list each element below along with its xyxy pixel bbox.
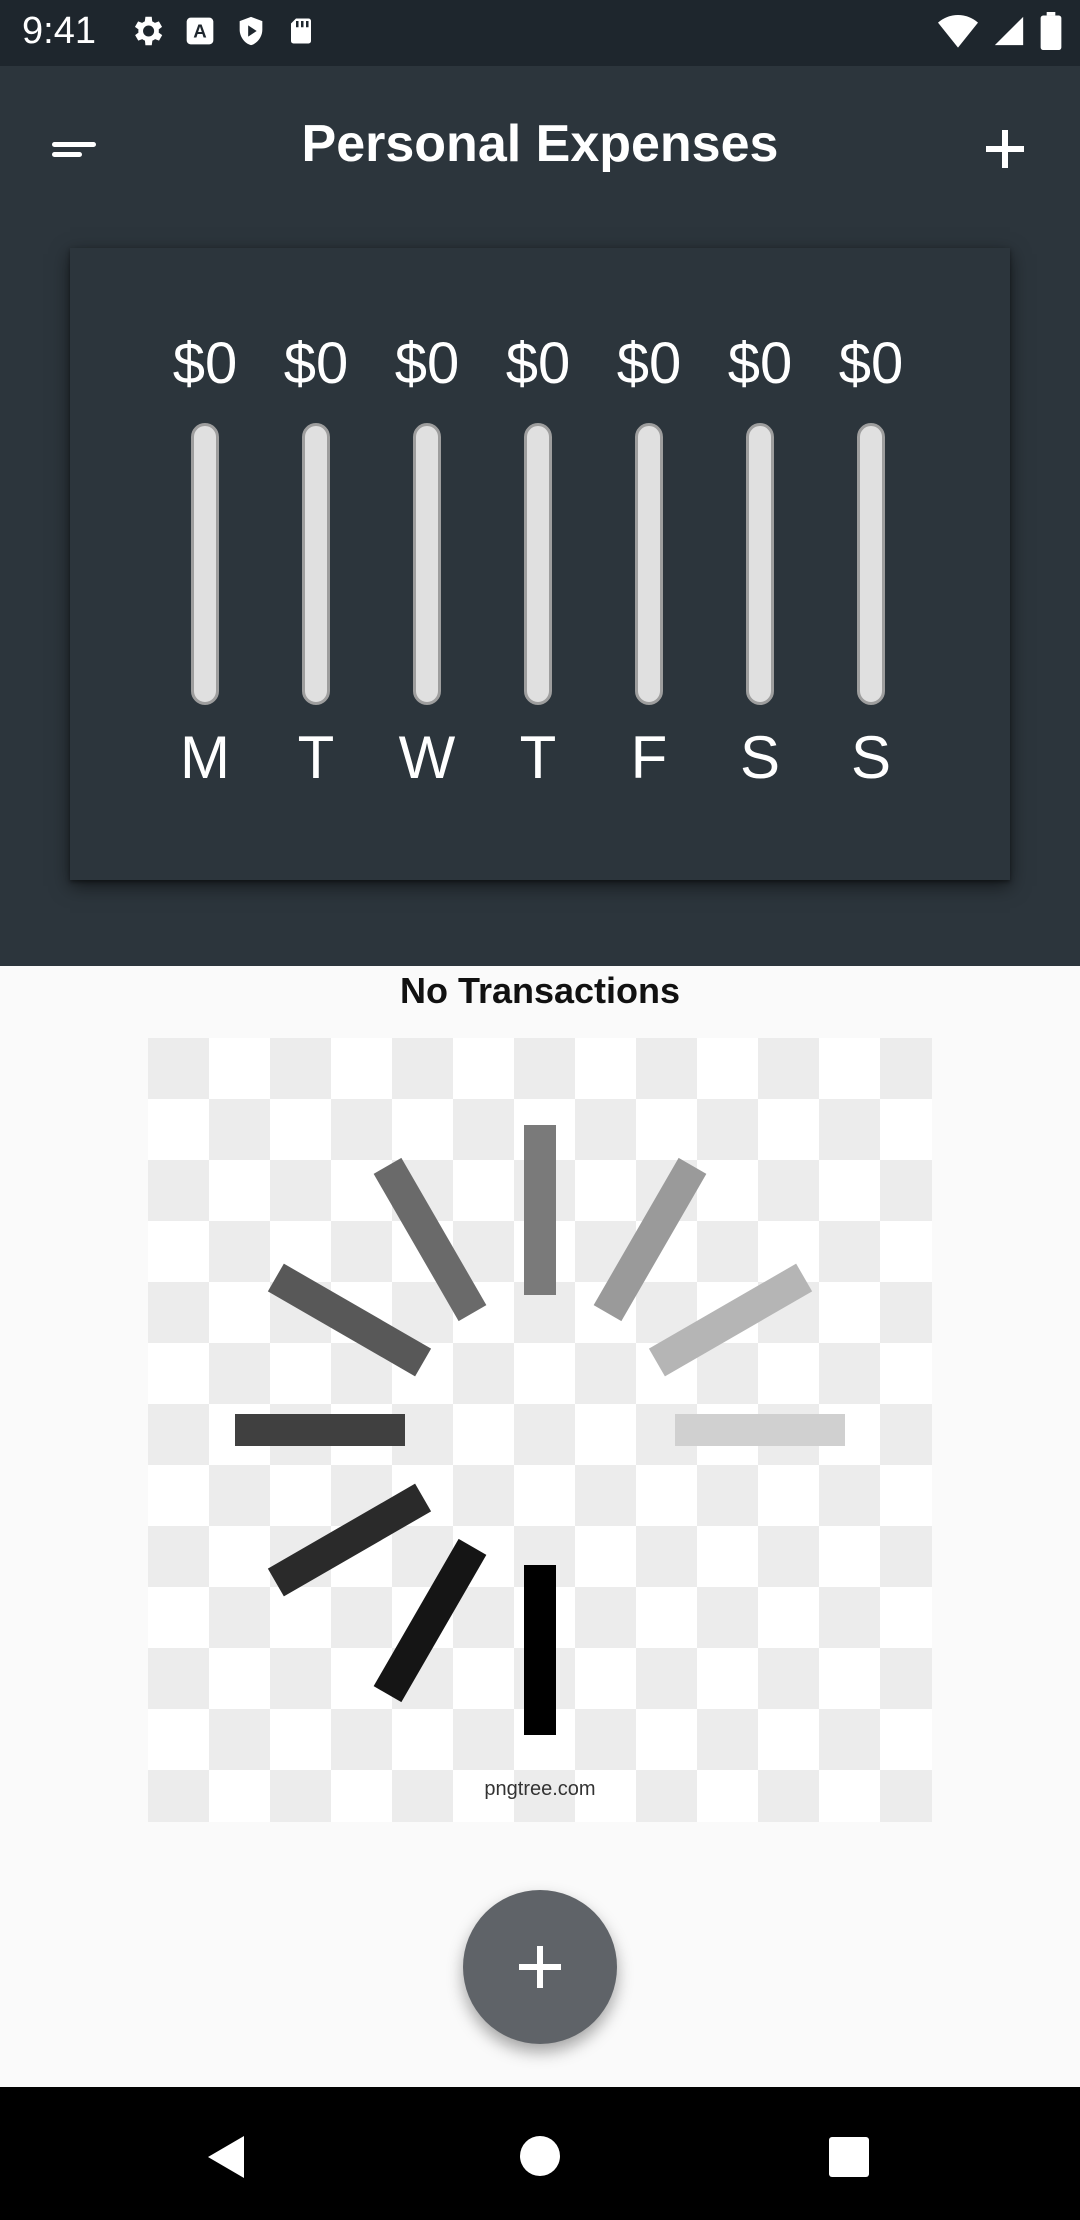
bar-day-label: T xyxy=(519,724,557,791)
battery-icon xyxy=(1040,12,1062,50)
bar-column: $0 F xyxy=(594,248,704,880)
back-icon[interactable] xyxy=(204,2134,248,2180)
bar-day-label: S xyxy=(739,724,781,791)
bar-amount-label: $0 xyxy=(727,331,793,396)
font-icon: A xyxy=(186,17,214,45)
bar-track xyxy=(524,423,552,705)
bar-track xyxy=(635,423,663,705)
image-caption: pngtree.com xyxy=(484,1778,595,1800)
bar-column: $0 S xyxy=(816,248,926,880)
bar-day-label: F xyxy=(630,724,668,791)
bar-amount-label: $0 xyxy=(172,331,238,396)
wifi-icon xyxy=(938,15,978,48)
bar-column: $0 M xyxy=(150,248,260,880)
sd-card-icon xyxy=(291,18,311,44)
bar-column: $0 T xyxy=(261,248,371,880)
bar-track xyxy=(191,423,219,705)
bar-track xyxy=(857,423,885,705)
bar-amount-label: $0 xyxy=(616,331,682,396)
status-time: 9:41 xyxy=(22,10,96,52)
page-title: Personal Expenses xyxy=(301,115,779,173)
bar-day-label: S xyxy=(850,724,892,791)
system-nav-bar xyxy=(0,2087,1080,2220)
add-transaction-fab[interactable] xyxy=(463,1890,617,2044)
bar-amount-label: $0 xyxy=(505,331,571,396)
bar-amount-label: $0 xyxy=(394,331,460,396)
add-icon[interactable] xyxy=(970,114,1040,184)
bar-track xyxy=(302,423,330,705)
loading-spinner-image: pngtree.com xyxy=(148,1038,932,1822)
bar-day-label: M xyxy=(180,724,230,791)
status-bar: 9:41 A xyxy=(0,0,1080,66)
bar-column: $0 T xyxy=(483,248,593,880)
empty-state-message: No Transactions xyxy=(399,970,681,1011)
signal-icon xyxy=(994,16,1024,46)
home-icon[interactable] xyxy=(519,2135,561,2177)
add-icon xyxy=(519,1946,561,1988)
bar-day-label: W xyxy=(398,724,456,791)
bar-amount-label: $0 xyxy=(838,331,904,396)
bar-day-label: T xyxy=(297,724,335,791)
weekly-chart: $0 M $0 T $0 W $0 T $0 F $0 S $0 S xyxy=(70,248,1010,880)
bar-amount-label: $0 xyxy=(283,331,349,396)
svg-text:A: A xyxy=(193,21,206,42)
bar-column: $0 S xyxy=(705,248,815,880)
app-bar: Personal Expenses $0 M $0 T $0 W $0 T $0 F $0 S $0 S xyxy=(0,66,1080,966)
recents-icon[interactable] xyxy=(828,2136,870,2178)
bar-track xyxy=(746,423,774,705)
settings-icon xyxy=(134,16,163,46)
shield-play-icon xyxy=(239,16,263,46)
bar-track xyxy=(413,423,441,705)
bar-column: $0 W xyxy=(372,248,482,880)
